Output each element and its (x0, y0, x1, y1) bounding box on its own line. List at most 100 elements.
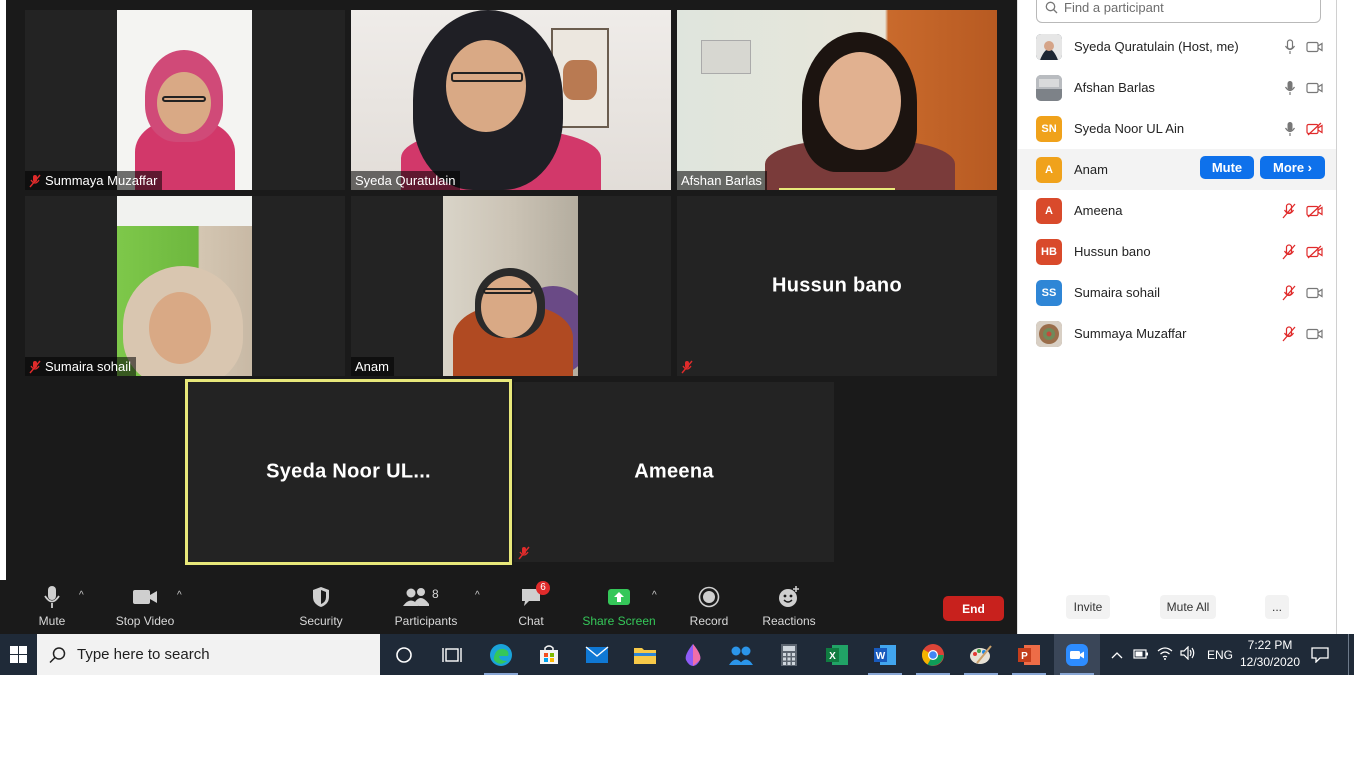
clock[interactable]: 7:22 PM 12/30/2020 (1234, 637, 1306, 671)
participant-row[interactable]: Syeda Quratulain (Host, me) (1018, 26, 1337, 67)
muted-mic-icon (29, 174, 41, 188)
participant-search-input[interactable]: Find a participant (1036, 0, 1321, 23)
smiley-icon (777, 584, 801, 610)
taskbar-search-box[interactable]: Type here to search (37, 634, 380, 675)
name-tag (514, 543, 535, 562)
system-tray: ENG (1108, 634, 1233, 675)
video-tile-ameena[interactable]: Ameena (514, 382, 834, 562)
people-icon[interactable] (718, 634, 764, 675)
mic-muted-icon[interactable] (1282, 202, 1296, 219)
video-tile-quratulain[interactable]: Syeda Quratulain (351, 10, 671, 190)
participants-button[interactable]: 8 Participants (392, 584, 460, 630)
participant-name: Syeda Quratulain (Host, me) (1074, 39, 1239, 54)
screen-edge (1354, 0, 1366, 675)
store-icon[interactable] (526, 634, 572, 675)
audio-options-caret-icon[interactable]: ^ (79, 590, 89, 601)
video-off-icon[interactable] (1306, 204, 1323, 218)
more-options-button[interactable]: ... (1265, 595, 1289, 619)
participant-name: Summaya Muzaffar (45, 173, 158, 188)
invite-button[interactable]: Invite (1066, 595, 1110, 619)
mic-muted-icon[interactable] (1282, 284, 1296, 301)
battery-icon[interactable] (1133, 648, 1149, 662)
paint-3d-icon[interactable] (670, 634, 716, 675)
participant-name: Afshan Barlas (1074, 80, 1155, 95)
mic-on-icon[interactable] (1284, 121, 1296, 137)
participant-name: Anam (1074, 162, 1108, 177)
participant-row[interactable]: A Ameena (1018, 190, 1337, 231)
avatar (1036, 33, 1062, 60)
mic-muted-icon[interactable] (1282, 243, 1296, 260)
volume-icon[interactable] (1180, 645, 1196, 663)
participant-row[interactable]: SS Sumaira sohail (1018, 272, 1337, 313)
video-on-icon[interactable] (1306, 82, 1323, 94)
participant-name: Syeda Quratulain (355, 173, 456, 188)
search-placeholder: Type here to search (77, 646, 210, 663)
video-tile-sumaira[interactable]: Sumaira sohail (25, 196, 345, 376)
mute-button[interactable]: Mute (30, 584, 74, 630)
input-language-indicator[interactable]: ENG (1207, 648, 1233, 662)
participant-video (443, 196, 578, 376)
participant-row[interactable]: HB Hussun bano (1018, 231, 1337, 272)
record-button[interactable]: Record (687, 584, 731, 630)
muted-mic-icon (29, 360, 41, 374)
show-hidden-icons-chevron-icon[interactable] (1111, 648, 1123, 662)
end-meeting-button[interactable]: End (943, 596, 1004, 621)
video-tile-afshan[interactable]: Afshan Barlas (677, 10, 997, 190)
video-off-icon[interactable] (1306, 245, 1323, 259)
participant-row-hovered[interactable]: A Anam Mute More › (1018, 149, 1337, 190)
video-tile-summaya[interactable]: Summaya Muzaffar (25, 10, 345, 190)
reactions-label: Reactions (762, 614, 816, 628)
more-participant-options-button[interactable]: More › (1260, 156, 1325, 179)
paint-icon[interactable] (958, 634, 1004, 675)
clock-time: 7:22 PM (1247, 638, 1293, 652)
search-icon (1045, 1, 1058, 14)
edge-browser-icon[interactable] (478, 634, 524, 675)
mic-on-icon[interactable] (1284, 38, 1296, 55)
share-options-caret-icon[interactable]: ^ (652, 590, 662, 601)
word-icon[interactable]: W (862, 634, 908, 675)
participants-options-caret-icon[interactable]: ^ (475, 590, 485, 601)
participants-panel: Find a participant Syeda Quratulain (Hos… (1017, 0, 1337, 634)
notifications-icon[interactable] (1300, 634, 1340, 675)
share-screen-label: Share Screen (582, 614, 656, 628)
mic-on-icon[interactable] (1284, 80, 1296, 96)
stop-video-button[interactable]: Stop Video (110, 584, 180, 630)
participant-name: Anam (355, 359, 389, 374)
excel-icon[interactable]: X (814, 634, 860, 675)
video-off-icon[interactable] (1306, 122, 1323, 136)
video-options-caret-icon[interactable]: ^ (177, 590, 187, 601)
video-on-icon[interactable] (1306, 328, 1323, 340)
mail-icon[interactable] (574, 634, 620, 675)
chat-unread-badge: 6 (536, 581, 550, 595)
window-edge (0, 0, 6, 634)
video-on-icon[interactable] (1306, 287, 1323, 299)
video-tile-noor[interactable]: Syeda Noor UL... (185, 379, 512, 565)
chrome-icon[interactable] (910, 634, 956, 675)
zoom-app-icon[interactable] (1054, 634, 1100, 675)
video-tile-hussun[interactable]: Hussun bano (677, 196, 997, 376)
participants-label: Participants (394, 614, 458, 628)
calculator-icon[interactable] (766, 634, 812, 675)
cortana-icon[interactable] (381, 634, 427, 675)
participant-row[interactable]: Summaya Muzaffar (1018, 313, 1337, 354)
chat-button[interactable]: 6 Chat (511, 581, 551, 630)
file-explorer-icon[interactable] (622, 634, 668, 675)
share-screen-button[interactable]: Share Screen (582, 584, 656, 630)
powerpoint-icon[interactable]: P (1006, 634, 1052, 675)
mute-all-button[interactable]: Mute All (1160, 595, 1216, 619)
panel-border (1336, 0, 1337, 634)
video-tile-anam[interactable]: Anam (351, 196, 671, 376)
video-on-icon[interactable] (1306, 41, 1323, 53)
participant-row[interactable]: SN Syeda Noor UL Ain (1018, 108, 1337, 149)
participant-row[interactable]: Afshan Barlas (1018, 67, 1337, 108)
search-placeholder: Find a participant (1064, 0, 1164, 15)
wifi-icon[interactable] (1157, 646, 1173, 663)
reactions-button[interactable]: Reactions (760, 584, 818, 630)
start-button[interactable] (0, 634, 36, 675)
record-icon (698, 584, 720, 610)
stop-video-label: Stop Video (115, 614, 175, 628)
security-button[interactable]: Security (296, 584, 346, 630)
mute-participant-button[interactable]: Mute (1200, 156, 1254, 179)
task-view-icon[interactable] (429, 634, 475, 675)
mic-muted-icon[interactable] (1282, 325, 1296, 342)
